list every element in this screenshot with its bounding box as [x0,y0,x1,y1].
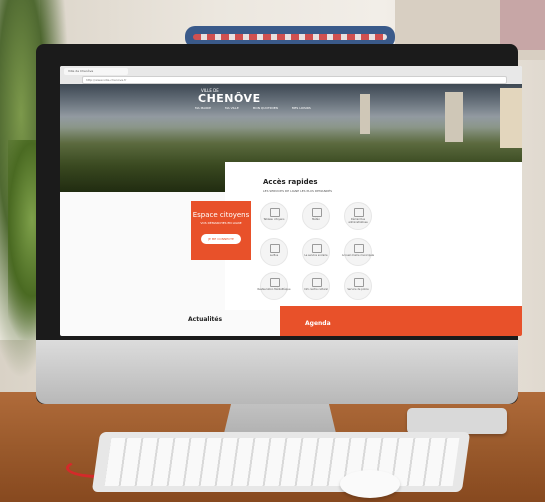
quick-access-tile[interactable]: Info centre culturel [302,272,330,300]
tile-label: Restauration Médiathèque [257,288,291,291]
calendar-icon [312,278,322,287]
tile-label: Météo [312,218,320,221]
apple-logo-icon [269,354,291,380]
quick-access-tile[interactable]: Le Bus [260,238,288,266]
nav-item[interactable]: MA VILLE [225,106,239,110]
quick-access-tile[interactable]: Météo [302,202,330,230]
browser-tab[interactable]: Ville de Chenôve [64,68,128,75]
actualites-heading: Actualités [188,316,223,323]
school-icon [312,244,322,253]
quick-access-tile[interactable]: Démarches administratives [344,202,372,230]
espace-subtitle: VOS DÉMARCHES EN LIGNE [200,221,242,225]
agenda-heading: Agenda [305,320,331,327]
hero-building [500,88,522,148]
cloud-icon [312,208,322,217]
quick-access-tile[interactable]: Tableau citoyens [260,202,288,230]
pink-box [500,0,545,50]
browser-toolbar: Ville de Chenôve http://www.ville-chenov… [60,66,522,85]
document-icon [270,208,280,217]
quick-access-tile[interactable]: Accueil mairie municipale [341,238,375,266]
mac-mini [407,408,507,434]
hero-building [360,94,370,134]
site-logo[interactable]: CHENÔVE [198,92,261,105]
bus-icon [270,244,280,253]
photo-scene: Ville de Chenôve http://www.ville-chenov… [0,0,545,502]
connect-button[interactable]: JE ME CONNECTE [201,234,241,244]
tile-label: Le Bus [269,254,279,257]
tile-label: Service de police [347,288,369,291]
site-nav: MA MAIRIE MA VILLE MON QUOTIDIEN MES LOI… [195,106,311,110]
keyboard-keys [104,438,460,486]
tile-label: Le service scolaire [304,254,328,257]
quick-access-tile[interactable]: Restauration Médiathèque [257,272,291,300]
nav-item[interactable]: MON QUOTIDIEN [253,106,278,110]
mouse [340,470,400,498]
imac-screen: Ville de Chenôve http://www.ville-chenov… [60,66,522,336]
form-icon [354,208,364,217]
library-icon [270,278,280,287]
address-bar[interactable]: http://www.ville-chenove.fr [82,76,507,84]
tile-label: Info centre culturel [304,288,328,291]
quick-access-tile[interactable]: Le service scolaire [302,238,330,266]
tile-label: Démarches administratives [348,218,368,224]
nav-item[interactable]: MA MAIRIE [195,106,211,110]
section-subtitle: LES SERVICES DE LIGNE LES PLUS DEMANDÉS [263,189,333,193]
espace-citoyens-panel: Espace citoyens VOS DÉMARCHES EN LIGNE J… [191,201,251,260]
espace-title: Espace citoyens [192,211,250,219]
nav-item[interactable]: MES LOISIRS [292,106,311,110]
hero-building [445,92,463,142]
section-title: Accès rapides [263,178,318,186]
police-icon [354,278,364,287]
tile-label: Tableau citoyens [263,218,285,221]
tile-label: Accueil mairie municipale [341,254,375,257]
quick-access-tile[interactable]: Service de police [344,272,372,300]
city-hall-icon [354,244,364,253]
